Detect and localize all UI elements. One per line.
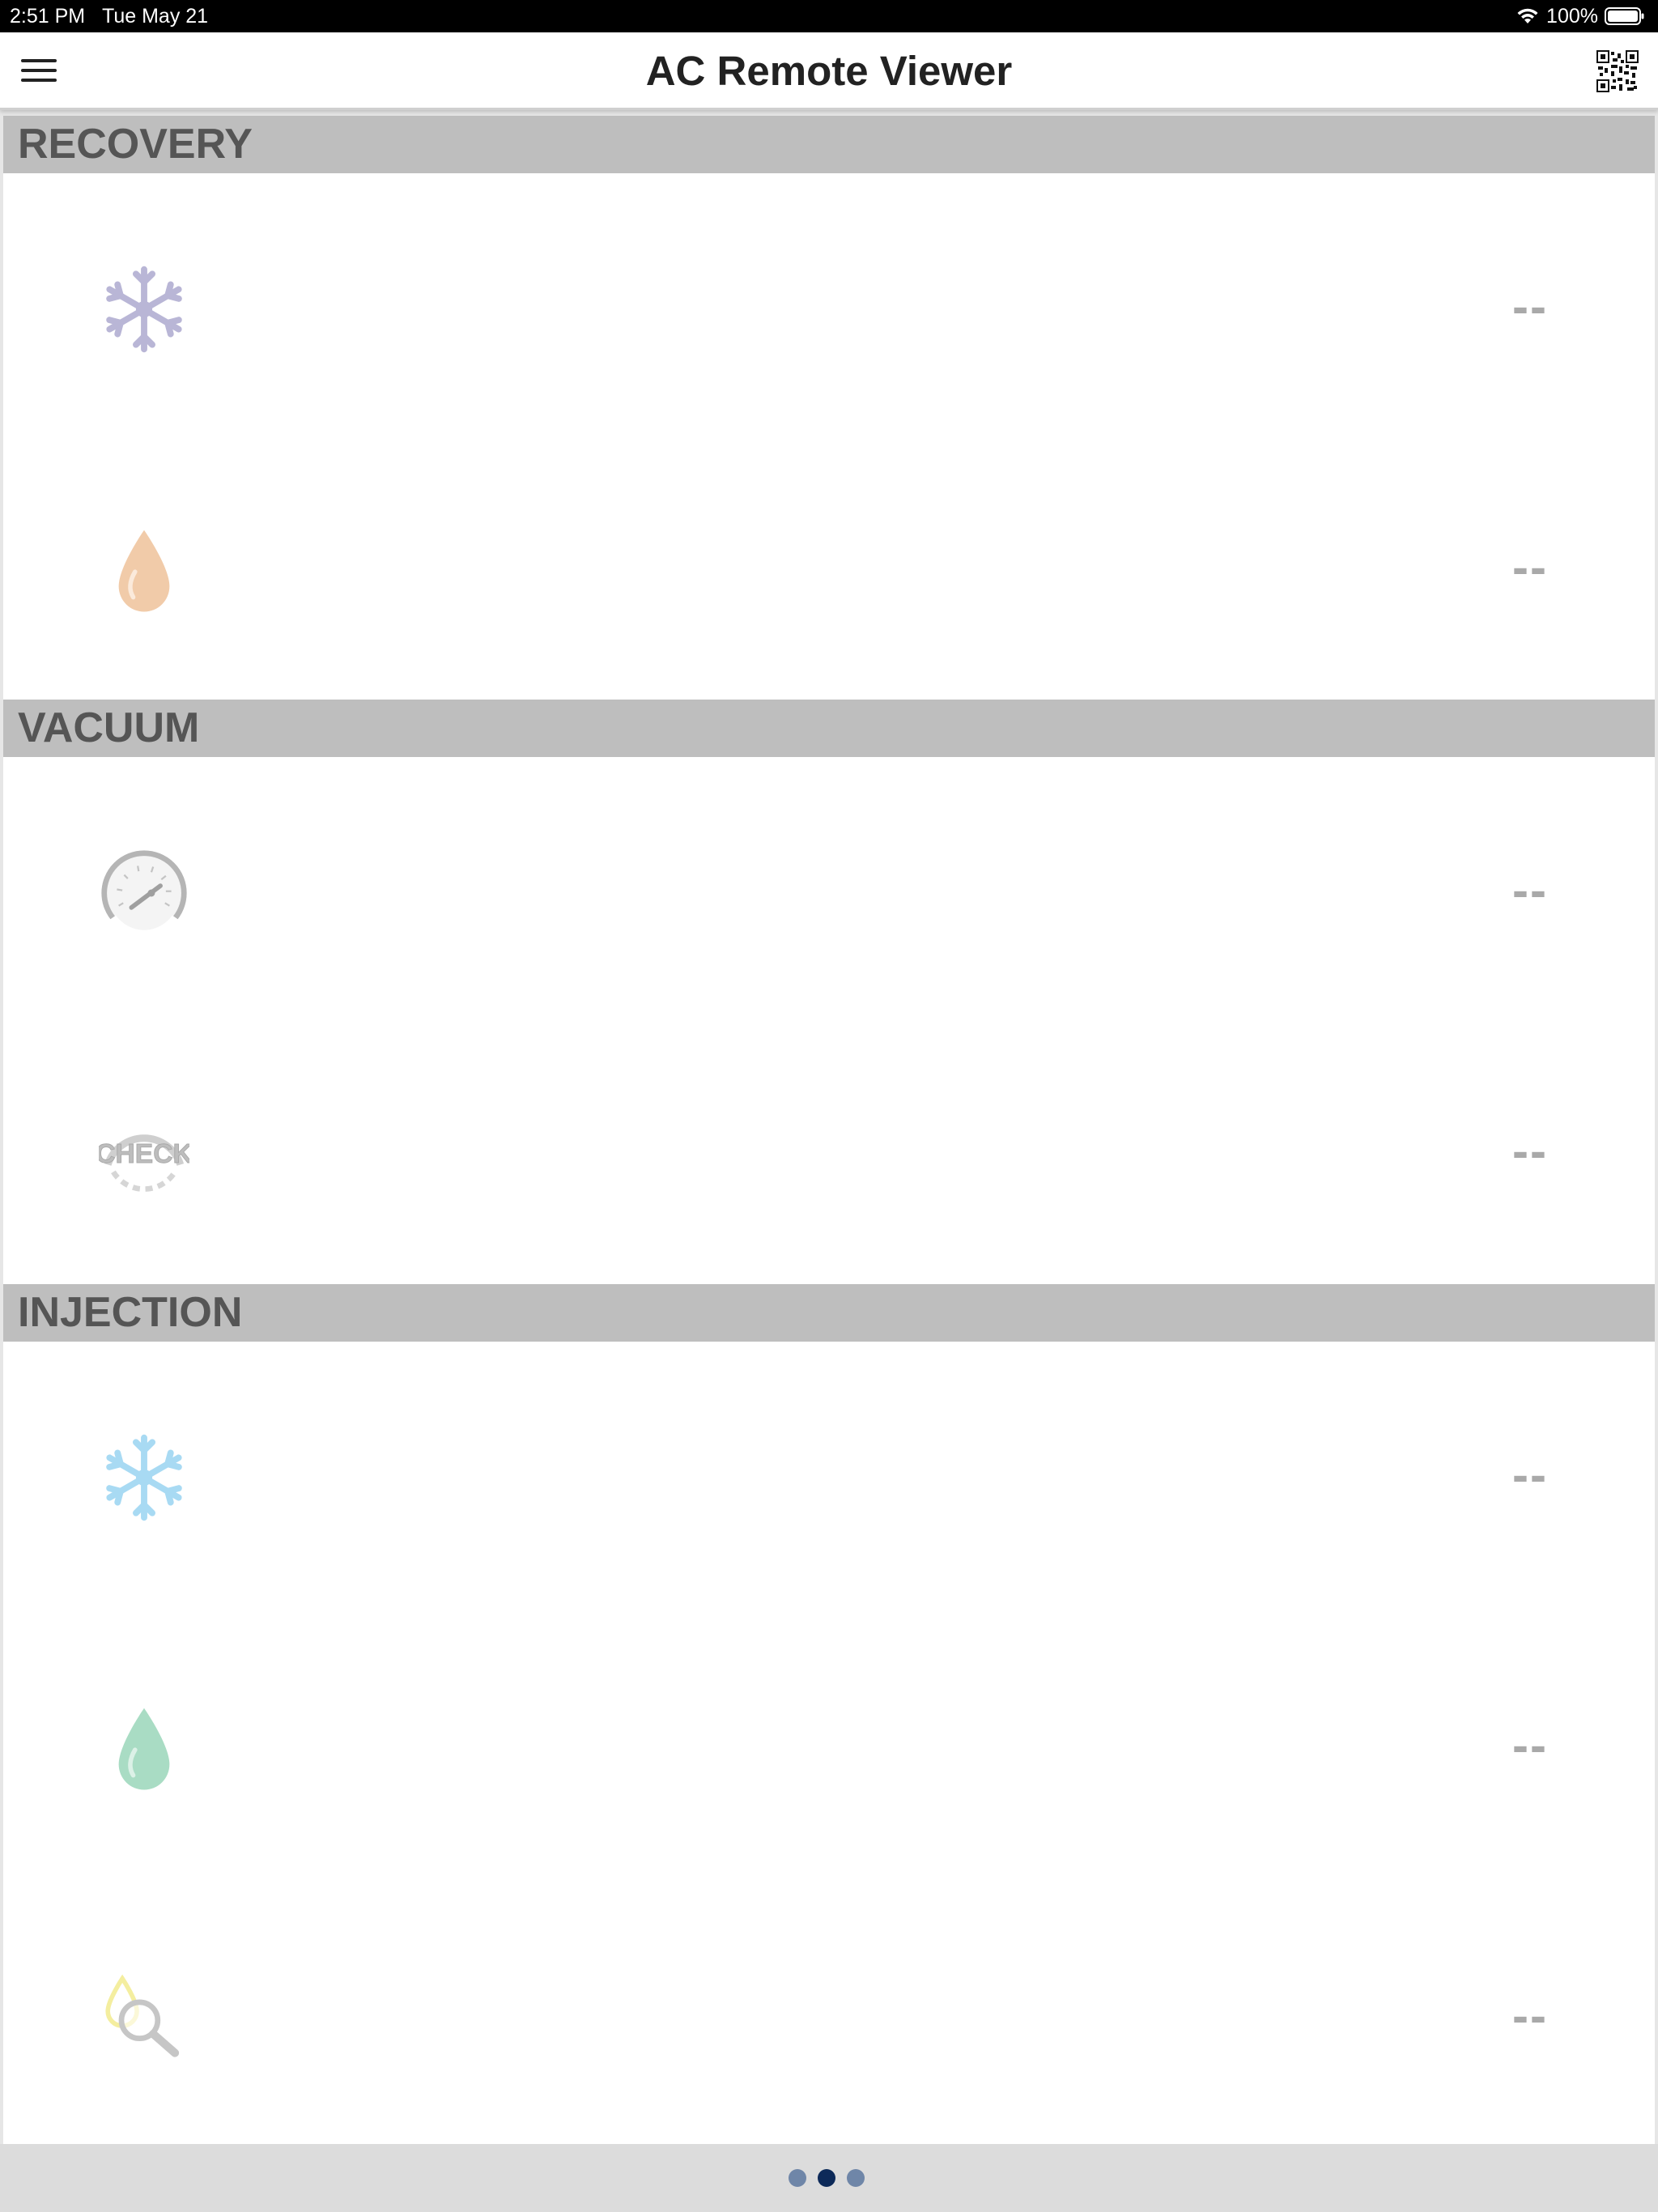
injection-refrigerant-value: -- [1512,1448,1548,1502]
oil-drop-icon [99,1703,189,1793]
page-dot-1[interactable] [789,2169,806,2187]
page-title: AC Remote Viewer [645,48,1013,94]
battery-percentage: 100% [1546,5,1598,28]
snowflake-icon [99,264,189,355]
oil-drop-icon [99,525,189,615]
vacuum-gauge-row[interactable]: -- [3,757,1655,1018]
status-bar: 2:51 PM Tue May 21 100% [0,0,1658,32]
status-right: 100% [1516,0,1645,32]
qr-code-icon[interactable] [1596,50,1639,92]
status-time: 2:51 PM [10,5,86,28]
status-date: Tue May 21 [102,5,209,28]
navigation-bar: AC Remote Viewer [0,32,1658,110]
wifi-icon [1516,7,1540,25]
svg-text:CHECK: CHECK [99,1139,189,1169]
vacuum-check-row[interactable]: CHECK -- [3,1018,1655,1278]
section-header-recovery: RECOVERY [3,116,1655,173]
snowflake-icon [99,1432,189,1523]
main-content: RECOVERY -- -- VACUUM -- CHECK -- INJECT… [3,116,1655,2144]
page-dot-3[interactable] [847,2169,865,2187]
page-dot-2[interactable] [818,2169,835,2187]
injection-leak-value: -- [1512,1989,1548,2043]
recovery-oil-value: -- [1512,540,1548,594]
injection-leak-row[interactable]: -- [3,1882,1655,2143]
recovery-refrigerant-value: -- [1512,279,1548,334]
recovery-oil-row[interactable]: -- [3,434,1655,695]
page-control-bar [0,2144,1658,2212]
vacuum-check-value: -- [1512,1124,1548,1178]
page-indicator [789,2169,865,2187]
section-header-vacuum: VACUUM [3,700,1655,757]
check-gauge-icon: CHECK [99,1108,189,1199]
battery-icon [1605,6,1645,26]
recovery-refrigerant-row[interactable]: -- [3,173,1655,434]
leak-search-icon [99,1973,189,2064]
section-header-injection: INJECTION [3,1284,1655,1342]
injection-oil-value: -- [1512,1718,1548,1772]
vacuum-gauge-icon [99,848,189,938]
injection-refrigerant-row[interactable]: -- [3,1342,1655,1602]
vacuum-gauge-value: -- [1512,863,1548,917]
injection-oil-row[interactable]: -- [3,1612,1655,1873]
